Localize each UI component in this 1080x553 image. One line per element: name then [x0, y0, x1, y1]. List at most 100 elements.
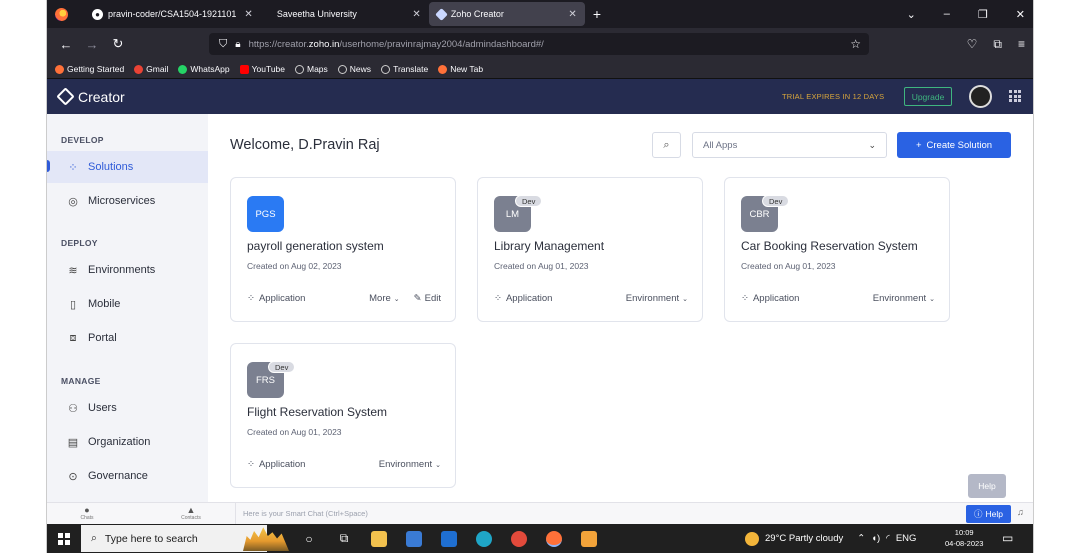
tab-github[interactable]: ● pravin-coder/CSA1504-1921101 ✕ — [84, 0, 261, 28]
weather-text[interactable]: 29°C Partly cloudy — [765, 533, 843, 544]
app-title[interactable]: Library Management — [494, 239, 604, 253]
url-bar[interactable]: ⛉ 🔒︎ https://creator. zoho.in/userhome/pr… — [209, 33, 869, 55]
sidebar-item-users[interactable]: ⚇ Users — [47, 392, 208, 424]
tab-zoho-creator[interactable]: Zoho Creator ✕ — [428, 2, 585, 26]
apps-filter-select[interactable]: All Apps ⌄ — [692, 132, 887, 158]
menu-icon[interactable]: ≡ — [1018, 37, 1025, 52]
globe-icon — [295, 64, 304, 74]
close-tab-icon[interactable]: ✕ — [244, 9, 252, 20]
more-dropdown[interactable]: More ⌄ — [369, 293, 400, 304]
google-icon — [134, 64, 144, 74]
app-title[interactable]: Car Booking Reservation System — [741, 239, 918, 253]
app-icon[interactable] — [581, 530, 597, 547]
avatar[interactable] — [969, 85, 992, 108]
app-launcher-icon[interactable] — [1009, 90, 1021, 102]
close-window-button[interactable]: ✕ — [1016, 8, 1025, 21]
sidebar-item-environments[interactable]: ≋ Environments — [47, 254, 208, 286]
mail-icon[interactable] — [441, 530, 457, 547]
back-button[interactable]: ← — [59, 37, 73, 52]
app-title[interactable]: payroll generation system — [247, 239, 384, 253]
sidebar-item-microservices[interactable]: ◎ Microservices — [47, 185, 208, 217]
taskbar-search-placeholder: Type here to search — [104, 532, 198, 545]
app-created-date: Created on Aug 02, 2023 — [247, 261, 342, 271]
environment-dropdown[interactable]: Environment ⌄ — [626, 293, 688, 304]
store-icon[interactable] — [406, 530, 422, 547]
url-domain: zoho.in — [308, 38, 340, 50]
dev-tag: Dev — [515, 195, 543, 207]
weather-icon[interactable] — [745, 531, 759, 546]
bookmark-whatsapp[interactable]: WhatsApp — [178, 64, 230, 74]
app-created-date: Created on Aug 01, 2023 — [247, 427, 342, 437]
bookmark-gmail[interactable]: Gmail — [134, 64, 168, 74]
app-card-car-booking[interactable]: CBR Dev Car Booking Reservation System C… — [724, 177, 950, 322]
restore-button[interactable]: ❐ — [978, 8, 988, 21]
bookmark-maps[interactable]: Maps — [295, 64, 328, 74]
app-card-payroll[interactable]: PGS payroll generation system Created on… — [230, 177, 456, 322]
sidebar-item-portal[interactable]: ⧈ Portal — [47, 322, 208, 354]
close-tab-icon[interactable]: ✕ — [568, 9, 576, 20]
bookmark-new-tab[interactable]: New Tab — [438, 64, 483, 74]
wifi-icon[interactable]: ◜ — [886, 533, 890, 544]
windows-start-icon[interactable] — [58, 532, 70, 545]
close-tab-icon[interactable]: ✕ — [412, 9, 420, 20]
firefox-taskbar-icon[interactable] — [546, 530, 562, 547]
create-solution-button[interactable]: + Create Solution — [897, 132, 1011, 158]
environment-dropdown[interactable]: Environment ⌄ — [873, 293, 935, 304]
environment-label: Environment — [872, 293, 927, 304]
bookmark-news[interactable]: News — [337, 64, 371, 74]
volume-icon[interactable]: ◖) — [871, 533, 880, 544]
app-badge: PGS — [247, 196, 284, 232]
app-title[interactable]: Flight Reservation System — [247, 405, 387, 419]
upgrade-button[interactable]: Upgrade — [904, 87, 952, 106]
minimize-button[interactable]: – — [944, 8, 950, 20]
edit-button[interactable]: ✎ Edit — [414, 293, 441, 304]
bookmark-translate[interactable]: Translate — [381, 64, 428, 74]
taskbar-search[interactable]: ⌕ Type here to search — [81, 525, 267, 552]
language-indicator[interactable]: ENG — [896, 533, 917, 544]
smart-chat-input[interactable]: Here is your Smart Chat (Ctrl+Space) — [235, 503, 965, 524]
task-view-icon[interactable]: ⧉ — [336, 531, 352, 547]
edge-icon[interactable] — [476, 530, 492, 547]
search-button[interactable]: ⌕ — [652, 132, 681, 158]
new-tab-button[interactable]: + — [593, 6, 601, 22]
cortana-icon[interactable]: ○ — [301, 531, 317, 547]
app-created-date: Created on Aug 01, 2023 — [494, 261, 589, 271]
forward-button[interactable]: → — [85, 37, 99, 52]
grid-icon: ⁘ — [68, 161, 78, 174]
tab-saveetha[interactable]: Saveetha University ✕ — [269, 0, 429, 28]
chevron-up-icon[interactable]: ⌃ — [857, 533, 865, 544]
pocket-icon[interactable]: ♡ — [967, 37, 978, 52]
plus-icon: + — [915, 139, 922, 151]
chats-button[interactable]: ● Chats — [75, 505, 99, 521]
clock[interactable]: 10:09 04-08-2023 — [945, 527, 983, 549]
tab-list-chevron-icon[interactable]: ⌄ — [907, 8, 916, 21]
extensions-icon[interactable]: ⧉ — [993, 37, 1002, 52]
browser-tab-strip: ● pravin-coder/CSA1504-1921101 ✕ Saveeth… — [47, 0, 1033, 28]
sidebar-item-label: Solutions — [88, 161, 134, 173]
sidebar-item-organization[interactable]: ▤ Organization — [47, 426, 208, 458]
app-type-label: Application — [258, 459, 306, 470]
bell-icon[interactable]: ♫ — [1017, 507, 1024, 517]
shield-icon[interactable]: ⛉ — [219, 38, 227, 51]
firefox-icon[interactable] — [55, 7, 68, 21]
sidebar-item-mobile[interactable]: ▯ Mobile — [47, 288, 208, 320]
app-type: ⁘ Application — [741, 293, 799, 304]
sidebar-item-solutions[interactable]: ⁘ Solutions — [47, 151, 208, 183]
file-explorer-icon[interactable] — [371, 530, 387, 547]
building-icon: ▤ — [67, 436, 79, 449]
contacts-button[interactable]: ▲ Contacts — [179, 505, 203, 521]
help-button[interactable]: ⓘ Help — [966, 505, 1011, 523]
lock-icon[interactable]: 🔒︎ — [235, 39, 240, 50]
notification-icon[interactable]: ▭ — [1002, 531, 1013, 545]
app-card-flight[interactable]: FRS Dev Flight Reservation System Create… — [230, 343, 456, 488]
chrome-icon[interactable] — [511, 530, 527, 547]
app-card-library[interactable]: LM Dev Library Management Created on Aug… — [477, 177, 703, 322]
environment-dropdown[interactable]: Environment ⌄ — [379, 459, 441, 470]
bookmark-youtube[interactable]: YouTube — [239, 64, 285, 74]
creator-logo[interactable]: Creator — [56, 87, 125, 106]
creator-logo-icon — [56, 87, 75, 106]
bookmark-star-icon[interactable]: ☆ — [850, 37, 861, 51]
sidebar-item-governance[interactable]: ⊙ Governance — [47, 460, 208, 492]
bookmark-getting-started[interactable]: Getting Started — [55, 64, 124, 74]
reload-button[interactable]: ↻ — [111, 36, 125, 52]
